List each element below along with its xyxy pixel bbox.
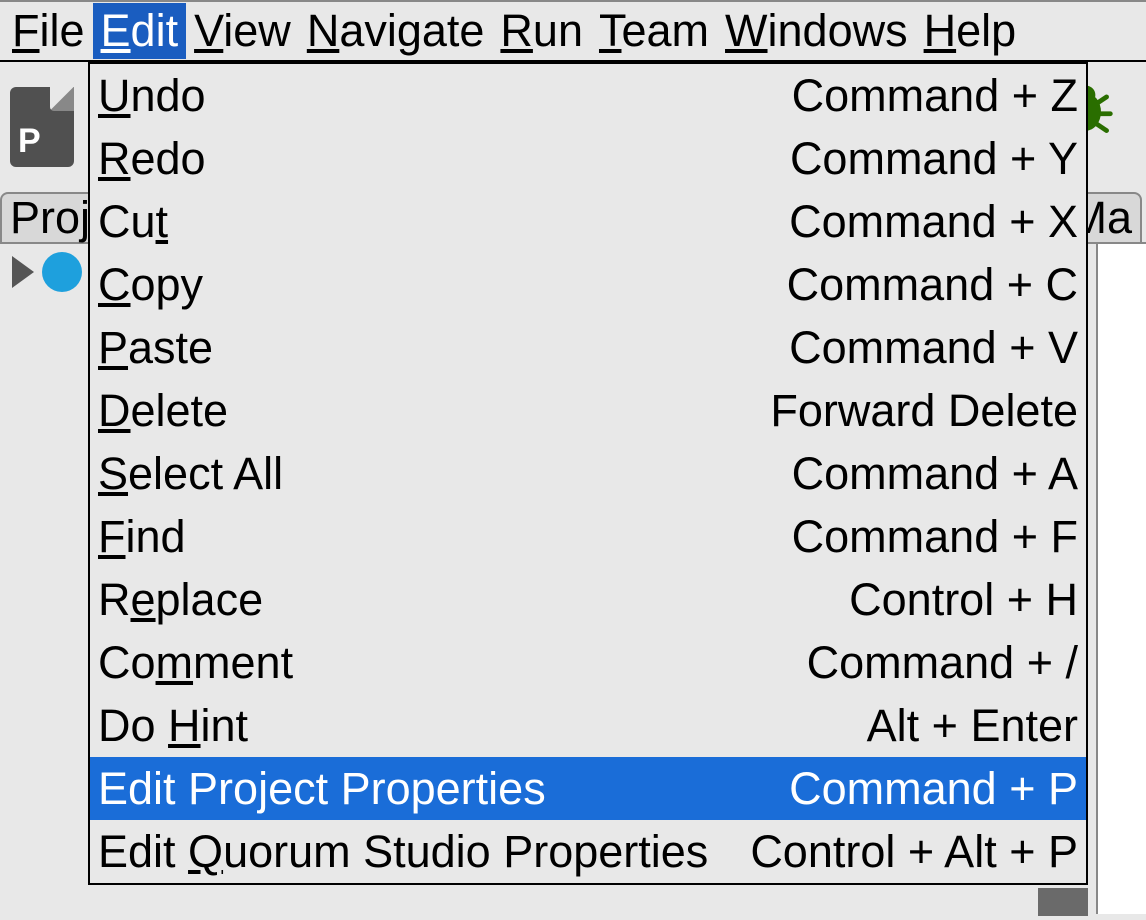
menu-item-shortcut: Command + C [787, 259, 1078, 311]
menu-item-label: Edit Project Properties [98, 763, 546, 815]
menu-item-select-all[interactable]: Select All Command + A [90, 442, 1086, 505]
menu-item-edit-quorum-studio-properties[interactable]: Edit Quorum Studio Properties Control + A… [90, 820, 1086, 883]
menu-item-label: Redo [98, 133, 206, 185]
menu-navigate[interactable]: Navigate [299, 3, 493, 59]
menu-item-shortcut: Command + V [789, 322, 1078, 374]
menu-team[interactable]: Team [591, 3, 717, 59]
menu-item-shortcut: Alt + Enter [867, 700, 1078, 752]
tab-left-label: Proj [10, 192, 90, 244]
menu-item-label: Select All [98, 448, 283, 500]
menu-item-label: Delete [98, 385, 228, 437]
menu-item-label: Copy [98, 259, 203, 311]
menubar: FileEditViewNavigateRunTeamWindowsHelp [0, 0, 1146, 62]
menu-item-shortcut: Command + P [789, 763, 1078, 815]
menu-item-label: Undo [98, 70, 206, 122]
menu-item-find[interactable]: Find Command + F [90, 505, 1086, 568]
menu-item-shortcut: Forward Delete [770, 385, 1078, 437]
menu-item-shortcut: Command + A [792, 448, 1078, 500]
new-project-icon[interactable]: P [10, 87, 74, 167]
menu-item-label: Paste [98, 322, 213, 374]
file-icon-letter: P [18, 122, 41, 161]
menu-run[interactable]: Run [492, 3, 591, 59]
menu-item-label: Cut [98, 196, 168, 248]
menu-item-shortcut: Command + F [792, 511, 1078, 563]
menu-item-shortcut: Control + Alt + P [750, 826, 1078, 878]
menu-item-cut[interactable]: Cut Command + X [90, 190, 1086, 253]
menu-item-redo[interactable]: Redo Command + Y [90, 127, 1086, 190]
menu-item-shortcut: Command + X [789, 196, 1078, 248]
menu-item-edit-project-properties[interactable]: Edit Project Properties Command + P [90, 757, 1086, 820]
menu-item-label: Find [98, 511, 186, 563]
menu-item-shortcut: Command + Y [790, 133, 1078, 185]
menu-item-label: Replace [98, 574, 263, 626]
edit-dropdown-menu: Undo Command + Z Redo Command + Y Cut Command… [88, 62, 1088, 885]
menu-view[interactable]: View [186, 3, 299, 59]
tab-projects[interactable]: Proj [0, 192, 100, 242]
menu-item-shortcut: Command + / [807, 637, 1078, 689]
menu-item-label: Comment [98, 637, 293, 689]
expand-icon[interactable] [12, 256, 34, 288]
project-node-icon[interactable] [42, 252, 82, 292]
menu-item-comment[interactable]: Comment Command + / [90, 631, 1086, 694]
menu-item-shortcut: Command + Z [792, 70, 1078, 122]
menu-item-label: Do Hint [98, 700, 248, 752]
editor-panel [1096, 244, 1146, 914]
dropdown-shadow [1038, 888, 1088, 916]
menu-item-label: Edit Quorum Studio Properties [98, 826, 708, 878]
menu-item-paste[interactable]: Paste Command + V [90, 316, 1086, 379]
menu-file[interactable]: File [4, 3, 93, 59]
menu-item-replace[interactable]: Replace Control + H [90, 568, 1086, 631]
menu-item-copy[interactable]: Copy Command + C [90, 253, 1086, 316]
menu-item-undo[interactable]: Undo Command + Z [90, 64, 1086, 127]
menu-help[interactable]: Help [916, 3, 1025, 59]
menu-item-shortcut: Control + H [849, 574, 1078, 626]
menu-item-delete[interactable]: Delete Forward Delete [90, 379, 1086, 442]
menu-windows[interactable]: Windows [717, 3, 916, 59]
menu-item-do-hint[interactable]: Do Hint Alt + Enter [90, 694, 1086, 757]
menu-edit[interactable]: Edit [93, 3, 187, 59]
